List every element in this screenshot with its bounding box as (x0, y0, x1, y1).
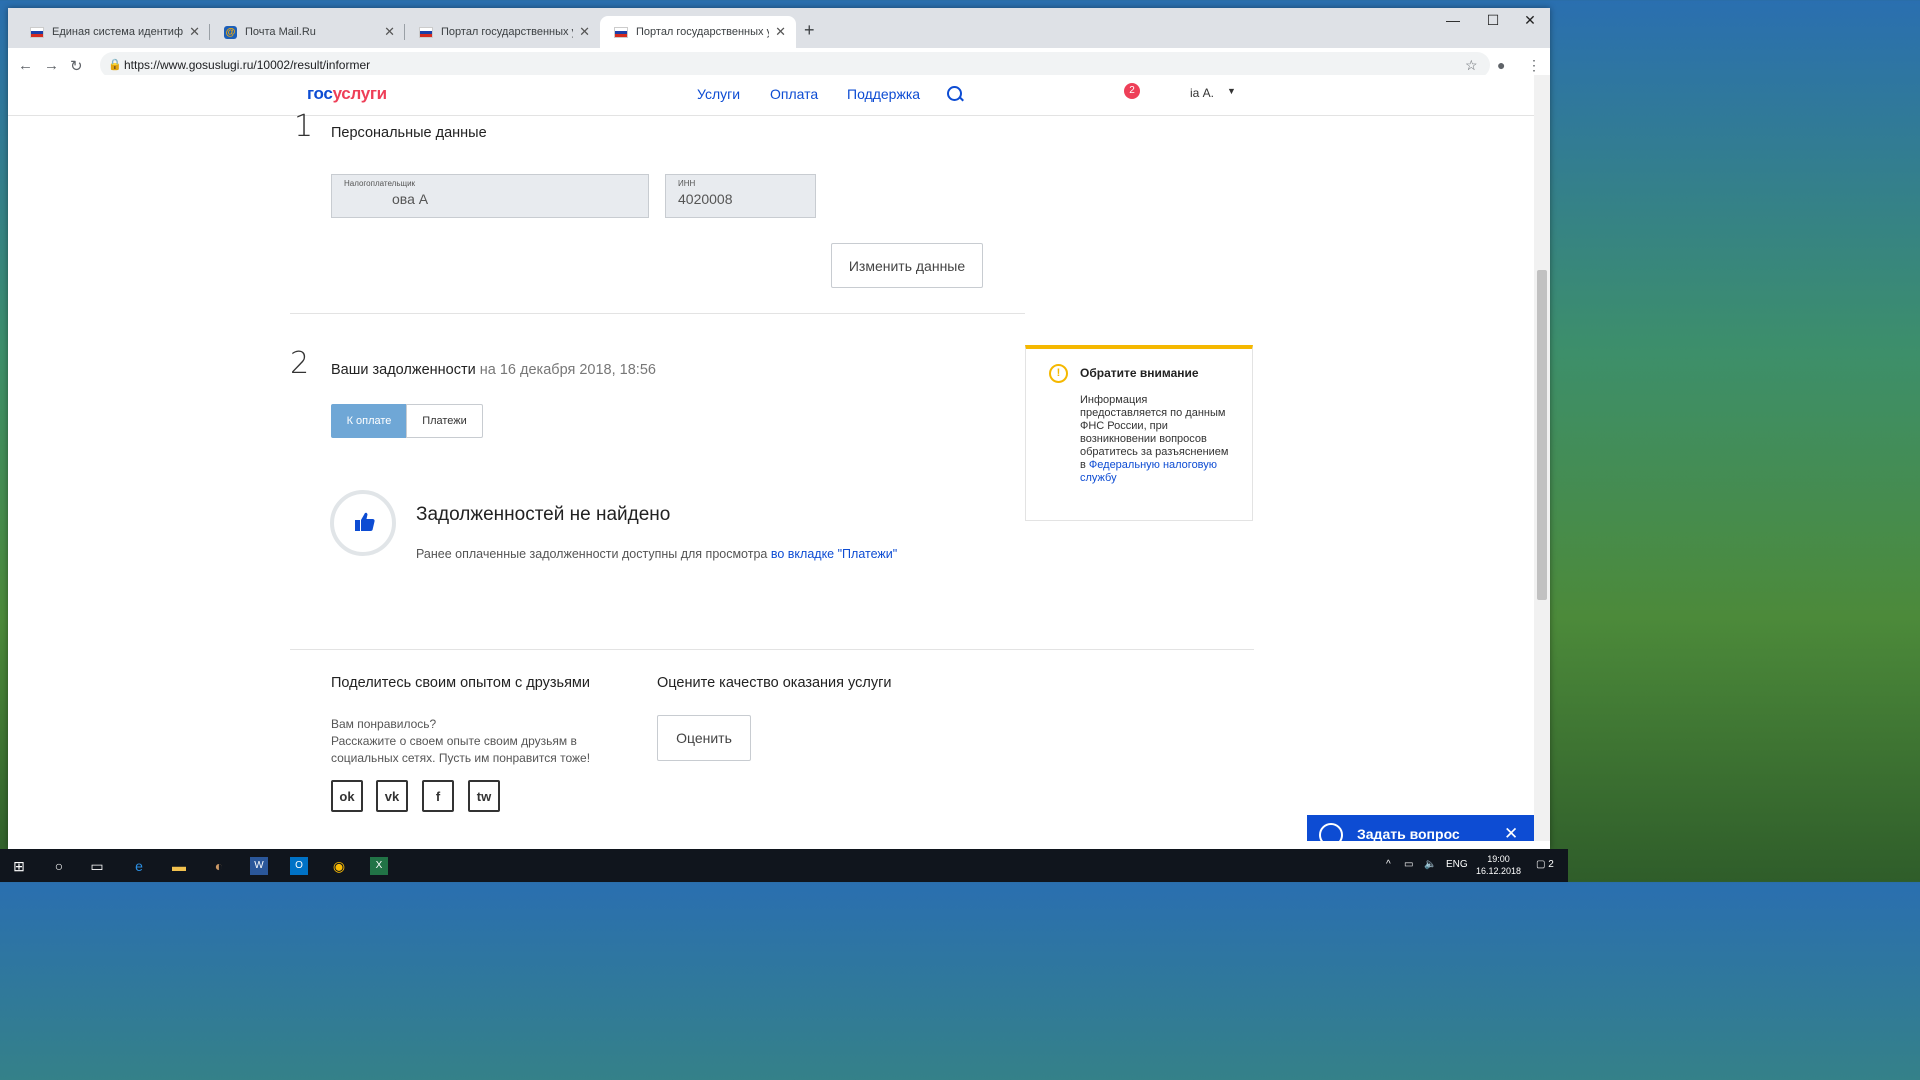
rate-title: Оцените качество оказания услуги (657, 675, 892, 691)
tray-chevron-icon[interactable]: ^ (1386, 859, 1391, 870)
chevron-down-icon[interactable]: ▼ (1227, 86, 1236, 96)
task-view-icon[interactable]: ▭ (88, 857, 106, 875)
excel-icon[interactable]: X (370, 857, 388, 875)
fns-link[interactable]: Федеральную налоговую службу (1080, 459, 1217, 484)
scrollbar-thumb[interactable] (1537, 270, 1547, 600)
menu-support[interactable]: Поддержка (847, 86, 920, 102)
change-data-button[interactable]: Изменить данные (831, 243, 983, 288)
thumbs-up-icon (355, 512, 375, 531)
notice-body: Информация предоставляется по данным ФНС… (1080, 394, 1229, 484)
tab-strip: Единая система идентификации ✕ @ Почта M… (8, 8, 1550, 48)
user-name[interactable]: іа А. (1190, 86, 1214, 100)
twitter-icon[interactable]: tw (468, 780, 500, 812)
step-1-title: Персональные данные (331, 125, 487, 141)
divider (290, 649, 1254, 650)
tab-to-pay[interactable]: К оплате (331, 404, 407, 438)
taxpayer-field: Налогоплательщик ова А (331, 174, 649, 218)
language-indicator[interactable]: ENG (1446, 859, 1468, 870)
windows-taskbar: ⊞ ○ ▭ e ▬ ◐ W O ◉ X ^ ▭ 🔈 ENG 19:00 16.12… (0, 849, 1568, 882)
minimize-icon[interactable]: — (1433, 12, 1473, 28)
profile-icon[interactable]: ● (1497, 57, 1505, 73)
windows-start-icon[interactable]: ⊞ (10, 857, 28, 875)
close-icon[interactable]: ✕ (189, 24, 200, 40)
exclamation-icon: ! (1049, 364, 1068, 383)
outlook-icon[interactable]: O (290, 857, 308, 875)
maximize-icon[interactable]: ☐ (1473, 12, 1513, 29)
tab-gosuslugi-active[interactable]: Портал государственных услуг ✕ (600, 16, 796, 48)
close-icon[interactable]: ✕ (384, 24, 395, 40)
menu-services[interactable]: Услуги (697, 86, 740, 102)
close-icon[interactable]: ✕ (1504, 824, 1518, 841)
tab-title: Единая система идентификации (52, 26, 184, 38)
clock[interactable]: 19:00 16.12.2018 (1476, 853, 1521, 877)
tab-title: Почта Mail.Ru (245, 26, 316, 38)
payments-hint: Ранее оплаченные задолженности доступны … (416, 547, 898, 561)
chrome-icon[interactable]: ◉ (330, 857, 348, 875)
site-header: госуслуги Услуги Оплата Поддержка 2 іа А… (8, 75, 1534, 116)
inn-value: 4020008 (678, 191, 733, 207)
russia-flag-icon (419, 26, 433, 38)
app-icon[interactable]: ◐ (210, 857, 228, 875)
star-icon[interactable]: ☆ (1465, 57, 1478, 74)
inn-label: ИНН (678, 179, 696, 188)
search-icon[interactable]: ○ (50, 857, 68, 875)
russia-flag-icon (614, 26, 628, 38)
close-icon[interactable]: ✕ (579, 24, 590, 40)
gosuslugi-logo[interactable]: госуслуги (307, 84, 387, 104)
edge-icon[interactable]: e (130, 857, 148, 875)
page-scrollbar[interactable] (1534, 75, 1550, 841)
reload-icon[interactable]: ↻ (70, 57, 83, 75)
no-debts-text: Задолженностей не найдено (416, 504, 671, 525)
menu-payment[interactable]: Оплата (770, 86, 818, 102)
step-2-title: Ваши задолженности на 16 декабря 2018, 1… (331, 362, 656, 378)
debts-date: на 16 декабря 2018, 18:56 (479, 362, 656, 378)
success-circle (330, 490, 396, 556)
payments-tab-link[interactable]: во вкладке "Платежи" (771, 547, 897, 561)
rate-button[interactable]: Оценить (657, 715, 751, 761)
network-icon[interactable]: ▭ (1404, 859, 1413, 870)
attention-notice: ! Обратите внимание Информация предостав… (1025, 345, 1253, 521)
volume-icon[interactable]: 🔈 (1424, 859, 1436, 870)
tab-title: Портал государственных услуг (636, 26, 769, 38)
facebook-icon[interactable]: f (422, 780, 454, 812)
notification-badge[interactable]: 2 (1124, 83, 1140, 99)
forward-icon[interactable]: → (44, 57, 59, 74)
share-title: Поделитесь своим опытом с друзьями (331, 675, 590, 691)
new-tab-icon[interactable]: + (804, 20, 815, 41)
tab-mail[interactable]: @ Почта Mail.Ru ✕ (210, 16, 405, 48)
inn-field: ИНН 4020008 (665, 174, 816, 218)
taxpayer-value: ова А (392, 191, 429, 207)
action-center-icon[interactable]: ▢ 2 (1536, 859, 1554, 870)
word-icon[interactable]: W (250, 857, 268, 875)
page-viewport: госуслуги Услуги Оплата Поддержка 2 іа А… (8, 75, 1534, 841)
window-close-icon[interactable]: ✕ (1510, 12, 1550, 29)
file-explorer-icon[interactable]: ▬ (170, 857, 188, 875)
back-icon[interactable]: ← (18, 57, 33, 74)
menu-icon[interactable]: ⋮ (1527, 57, 1541, 74)
tab-payments[interactable]: Платежи (406, 404, 483, 438)
russia-flag-icon (30, 26, 44, 38)
divider (290, 313, 1025, 314)
odnoklassniki-icon[interactable]: ok (331, 780, 363, 812)
tab-title: Портал государственных услуг (441, 26, 573, 38)
search-icon[interactable] (947, 86, 962, 101)
mail-ru-icon: @ (224, 25, 237, 39)
tab-gosuslugi-1[interactable]: Портал государственных услуг ✕ (405, 16, 600, 48)
support-chat-icon (1319, 823, 1343, 841)
taxpayer-label: Налогоплательщик (344, 179, 416, 188)
step-2-number: 2 (290, 346, 310, 381)
tab-esia[interactable]: Единая система идентификации ✕ (16, 16, 210, 48)
share-text: Вам понравилось? Расскажите о своем опыте… (331, 717, 591, 765)
ask-question-widget[interactable]: Задать вопрос ✕ (1307, 815, 1534, 841)
notice-title: Обратите внимание (1080, 366, 1199, 380)
ask-question-label: Задать вопрос (1357, 826, 1460, 841)
step-1-number: 1 (294, 109, 314, 144)
vk-icon[interactable]: vk (376, 780, 408, 812)
close-icon[interactable]: ✕ (775, 24, 786, 40)
